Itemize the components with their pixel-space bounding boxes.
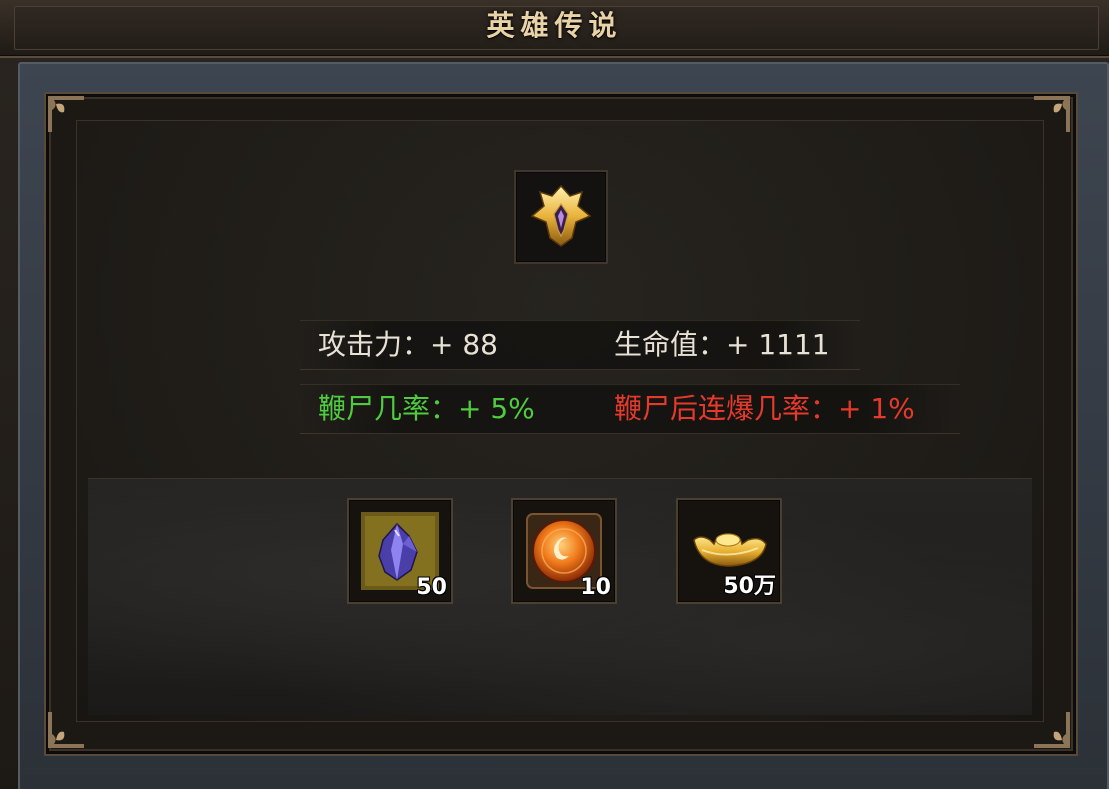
reward-quantity: 50 [416,575,447,600]
attack-stat: 攻击力：+ 88 [318,328,498,361]
hero-legend-window: 英雄传说 攻击力：+ 88 生命值：+ 1111 鞭尸几率：+ 5% 鞭尸后连爆… [0,0,1109,789]
hero-item-slot[interactable] [514,170,608,264]
reward-quantity: 50万 [723,574,776,599]
title-bar: 英雄传说 [0,0,1109,58]
reward-slot-orb[interactable]: 10 [511,498,617,604]
stat-row-special: 鞭尸几率：+ 5% 鞭尸后连爆几率：+ 1% [300,384,960,434]
reward-slot-ingot[interactable]: 50万 [676,498,782,604]
reward-quantity: 10 [580,575,611,600]
reward-slot-crystal[interactable]: 50 [347,498,453,604]
golden-emblem-icon [530,184,592,247]
stat-row-base: 攻击力：+ 88 生命值：+ 1111 [300,320,860,370]
whip-chain-rate-stat: 鞭尸后连爆几率：+ 1% [614,392,915,425]
whip-rate-stat: 鞭尸几率：+ 5% [318,392,535,425]
hp-stat: 生命值：+ 1111 [614,328,830,361]
window-title: 英雄传说 [486,9,623,42]
